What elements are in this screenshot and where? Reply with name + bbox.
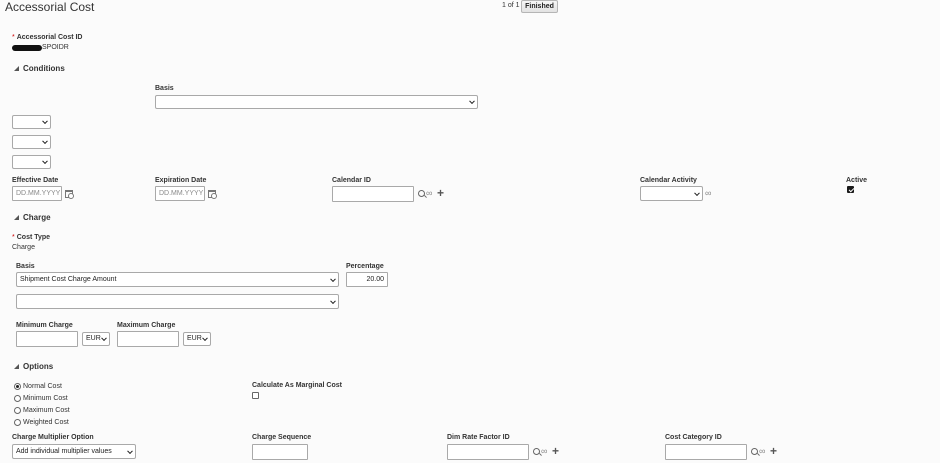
expiration-date-input[interactable]: DD.MM.YYYY <box>155 186 205 201</box>
glasses-icon[interactable]: ∞ <box>426 189 432 198</box>
active-checkbox[interactable] <box>847 186 854 193</box>
charge-sequence-label: Charge Sequence <box>252 434 312 441</box>
normal-cost-radio[interactable] <box>14 383 21 390</box>
condition-select-3[interactable] <box>12 155 51 169</box>
charge-secondary-select[interactable] <box>16 294 339 309</box>
collapse-triangle-icon <box>14 215 19 221</box>
calendar-activity-select[interactable] <box>640 186 703 201</box>
condition-select-1[interactable] <box>12 115 51 129</box>
search-icon[interactable] <box>418 190 425 197</box>
cost-type-label: * Cost Type <box>12 234 51 241</box>
dim-rate-factor-label: Dim Rate Factor ID <box>447 434 510 441</box>
search-icon[interactable] <box>533 448 540 455</box>
condition-select-2[interactable] <box>12 135 51 149</box>
conditions-basis-label: Basis <box>155 85 174 92</box>
minimum-currency-select[interactable]: EUR <box>82 332 110 346</box>
finished-button[interactable]: Finished <box>521 0 558 13</box>
chevron-down-icon <box>127 447 133 454</box>
conditions-section-header[interactable]: Conditions <box>14 64 65 73</box>
chevron-down-icon <box>42 158 48 165</box>
charge-basis-select[interactable]: Shipment Cost Charge Amount <box>16 272 339 287</box>
active-label: Active <box>846 177 868 184</box>
minimum-charge-input[interactable] <box>16 331 78 347</box>
minimum-charge-label: Minimum Charge <box>16 322 73 329</box>
expiration-date-placeholder: DD.MM.YYYY <box>159 190 204 197</box>
pager-text: 1 of 1 <box>502 2 520 9</box>
search-icon[interactable] <box>751 448 758 455</box>
normal-cost-label: Normal Cost <box>23 383 62 390</box>
charge-sequence-input[interactable] <box>252 444 308 460</box>
effective-date-input[interactable]: DD.MM.YYYY <box>12 186 62 201</box>
effective-date-placeholder: DD.MM.YYYY <box>16 190 61 197</box>
maximum-currency-select[interactable]: EUR <box>183 332 211 346</box>
weighted-cost-label: Weighted Cost <box>23 419 69 426</box>
page-title: Accessorial Cost <box>5 0 95 14</box>
maximum-cost-label: Maximum Cost <box>23 407 70 414</box>
chevron-down-icon <box>694 189 700 196</box>
dim-rate-factor-input[interactable] <box>447 444 529 460</box>
chevron-down-icon <box>469 98 475 105</box>
charge-multiplier-label: Charge Multiplier Option <box>12 434 94 441</box>
chevron-down-icon <box>330 297 336 304</box>
charge-section-header[interactable]: Charge <box>14 213 51 222</box>
chevron-down-icon <box>330 275 336 282</box>
accessorial-cost-id-value: SPOIDR <box>42 44 69 51</box>
cost-category-input[interactable] <box>665 444 747 460</box>
expiration-date-label: Expiration Date <box>155 177 207 184</box>
marginal-cost-checkbox[interactable] <box>252 392 259 399</box>
cost-category-label: Cost Category ID <box>665 434 722 441</box>
cost-type-value: Charge <box>12 244 35 251</box>
chevron-down-icon <box>42 118 48 125</box>
required-marker: * <box>12 34 15 41</box>
glasses-icon[interactable]: ∞ <box>705 189 711 198</box>
collapse-triangle-icon <box>14 364 19 370</box>
minimum-cost-label: Minimum Cost <box>23 395 68 402</box>
options-section-header[interactable]: Options <box>14 362 53 371</box>
weighted-cost-radio[interactable] <box>14 419 21 426</box>
calendar-icon[interactable] <box>208 190 217 199</box>
percentage-input[interactable]: 20.00 <box>346 272 388 287</box>
glasses-icon[interactable]: ∞ <box>759 447 765 456</box>
calendar-activity-label: Calendar Activity <box>640 177 697 184</box>
required-marker: * <box>12 234 15 241</box>
conditions-basis-select[interactable] <box>155 95 478 109</box>
redacted-block <box>12 45 42 51</box>
accessorial-cost-id-label: * Accessorial Cost ID <box>12 34 83 41</box>
calendar-id-input[interactable] <box>332 186 414 202</box>
maximum-charge-input[interactable] <box>117 331 179 347</box>
plus-icon[interactable]: + <box>437 187 444 199</box>
maximum-charge-label: Maximum Charge <box>117 322 176 329</box>
marginal-cost-label: Calculate As Marginal Cost <box>252 382 342 389</box>
effective-date-label: Effective Date <box>12 177 59 184</box>
minimum-cost-radio[interactable] <box>14 395 21 402</box>
calendar-icon[interactable] <box>65 190 74 199</box>
collapse-triangle-icon <box>14 66 19 72</box>
charge-basis-label: Basis <box>16 263 35 270</box>
plus-icon[interactable]: + <box>552 445 559 457</box>
percentage-label: Percentage <box>346 263 384 270</box>
maximum-cost-radio[interactable] <box>14 407 21 414</box>
plus-icon[interactable]: + <box>770 445 777 457</box>
calendar-id-label: Calendar ID <box>332 177 371 184</box>
glasses-icon[interactable]: ∞ <box>541 447 547 456</box>
charge-multiplier-select[interactable]: Add individual multiplier values <box>12 444 136 459</box>
chevron-down-icon <box>202 335 208 342</box>
chevron-down-icon <box>101 335 107 342</box>
chevron-down-icon <box>42 138 48 145</box>
